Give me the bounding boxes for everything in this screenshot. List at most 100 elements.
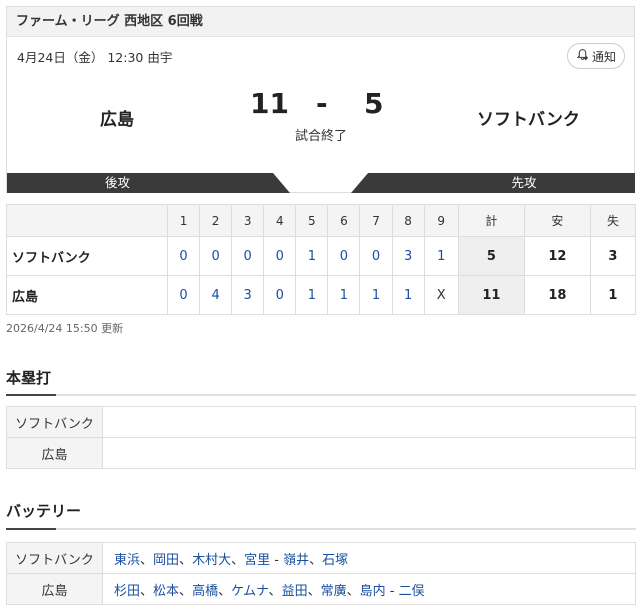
- updated-timestamp: 2026/4/24 15:50 更新: [6, 322, 124, 335]
- errors-header: 失: [589, 204, 637, 237]
- scoreboard-header-row: 1 2 3 4 5 6 7 8 9 計 安 失: [6, 204, 637, 237]
- player-link[interactable]: 木村大: [192, 553, 231, 568]
- inning-score[interactable]: 0: [359, 236, 393, 276]
- inning-score[interactable]: 3: [391, 236, 425, 276]
- away-bat-label: 先攻: [511, 175, 537, 190]
- player-link[interactable]: 益田: [282, 584, 308, 599]
- inning-score[interactable]: 1: [295, 275, 329, 315]
- team-cell[interactable]: ソフトバンク: [6, 236, 168, 276]
- notify-label: 通知: [591, 49, 616, 64]
- table-row: 広島 杉田、松本、高橋、ケムナ、益田、常廣、島内 - 二俣: [6, 573, 636, 605]
- home-batting-order-bar: 後攻: [7, 173, 290, 193]
- away-team-name[interactable]: ソフトバンク: [477, 105, 580, 130]
- score-separator: -: [316, 87, 328, 120]
- team-label: ソフトバンク: [6, 542, 103, 574]
- game-header: ファーム・リーグ 西地区 6回戦 4月24日（金） 12:30 由宇 通知 広島…: [6, 6, 635, 193]
- table-row: ソフトバンク 東浜、岡田、木村大、宮里 - 嶺井、石塚: [6, 542, 636, 574]
- player-link[interactable]: 杉田: [114, 584, 140, 599]
- player-link[interactable]: 高橋: [192, 584, 218, 599]
- separator: 、: [140, 552, 154, 568]
- inning-score[interactable]: 0: [263, 236, 297, 276]
- player-link[interactable]: 二俣: [399, 584, 425, 599]
- separator: 、: [140, 583, 154, 599]
- battery-dash: -: [274, 552, 279, 568]
- home-score: 11: [250, 87, 289, 120]
- team-label: 広島: [6, 573, 103, 605]
- player-link[interactable]: 東浜: [114, 553, 140, 568]
- separator: 、: [309, 552, 323, 568]
- team-label: 広島: [6, 437, 103, 469]
- inning-score[interactable]: 0: [199, 236, 233, 276]
- away-batting-order-bar: 先攻: [351, 173, 635, 193]
- table-row: ソフトバンク 0 0 0 0 1 0 0 3 1 5 12 3: [6, 236, 637, 276]
- inning-score: X: [423, 275, 459, 315]
- table-row: ソフトバンク: [6, 406, 636, 438]
- inning-header: 2: [199, 204, 233, 237]
- battery-players: 杉田、松本、高橋、ケムナ、益田、常廣、島内 - 二俣: [102, 573, 636, 605]
- total-header: 計: [457, 204, 525, 237]
- inning-score[interactable]: 1: [327, 275, 361, 315]
- inning-header: 9: [423, 204, 459, 237]
- inning-header: 7: [359, 204, 393, 237]
- inning-header: 5: [295, 204, 329, 237]
- inning-score[interactable]: 0: [327, 236, 361, 276]
- home-team-name[interactable]: 広島: [100, 105, 134, 130]
- hits-count: 18: [523, 275, 591, 315]
- inning-score[interactable]: 1: [359, 275, 393, 315]
- homerun-value: [102, 437, 636, 469]
- inning-score[interactable]: 1: [295, 236, 329, 276]
- inning-score[interactable]: 3: [231, 275, 265, 315]
- player-link[interactable]: 石塚: [322, 553, 348, 568]
- inning-score[interactable]: 0: [166, 275, 201, 315]
- separator: 、: [179, 552, 193, 568]
- battery-players: 東浜、岡田、木村大、宮里 - 嶺井、石塚: [102, 542, 636, 574]
- inning-score[interactable]: 0: [263, 275, 297, 315]
- player-link[interactable]: 島内: [360, 584, 386, 599]
- battery-divider: [6, 528, 636, 530]
- player-link[interactable]: 宮里: [244, 553, 270, 568]
- away-score: 5: [364, 87, 384, 120]
- player-link[interactable]: 松本: [153, 584, 179, 599]
- homeruns-table: ソフトバンク 広島: [6, 406, 636, 469]
- team-header-cell: [6, 204, 168, 237]
- table-row: 広島 0 4 3 0 1 1 1 1 X 11 18 1: [6, 275, 637, 315]
- hits-count: 12: [523, 236, 591, 276]
- separator: 、: [218, 583, 232, 599]
- inning-score[interactable]: 0: [231, 236, 265, 276]
- battery-table: ソフトバンク 東浜、岡田、木村大、宮里 - 嶺井、石塚 広島 杉田、松本、高橋、…: [6, 542, 636, 605]
- separator: 、: [231, 552, 245, 568]
- team-cell[interactable]: 広島: [6, 275, 168, 315]
- bell-plus-icon: [576, 48, 589, 64]
- player-link[interactable]: 岡田: [153, 553, 179, 568]
- inning-header: 1: [166, 204, 201, 237]
- homeruns-title: 本塁打: [6, 369, 52, 387]
- game-date: 4月24日（金） 12:30 由宇: [17, 50, 173, 65]
- league-title: ファーム・リーグ 西地区 6回戦: [7, 7, 634, 37]
- inning-score[interactable]: 1: [391, 275, 425, 315]
- separator: 、: [268, 583, 282, 599]
- inning-header: 8: [391, 204, 425, 237]
- total-runs: 5: [457, 236, 525, 276]
- home-bat-label: 後攻: [104, 175, 130, 190]
- inning-header: 6: [327, 204, 361, 237]
- battery-title: バッテリー: [6, 502, 82, 520]
- inning-score[interactable]: 4: [199, 275, 233, 315]
- player-link[interactable]: 嶺井: [283, 553, 309, 568]
- separator: 、: [307, 583, 321, 599]
- homeruns-divider: [6, 394, 636, 396]
- hits-header: 安: [523, 204, 591, 237]
- errors-count: 1: [589, 275, 637, 315]
- total-runs: 11: [457, 275, 525, 315]
- notify-button[interactable]: 通知: [567, 43, 625, 69]
- team-label: ソフトバンク: [6, 406, 103, 438]
- inning-header: 3: [231, 204, 265, 237]
- inning-score[interactable]: 0: [166, 236, 201, 276]
- inning-score[interactable]: 1: [423, 236, 459, 276]
- player-link[interactable]: ケムナ: [231, 584, 268, 599]
- player-link[interactable]: 常廣: [321, 584, 347, 599]
- inning-header: 4: [263, 204, 297, 237]
- separator: 、: [179, 583, 193, 599]
- errors-count: 3: [589, 236, 637, 276]
- battery-dash: -: [389, 583, 395, 599]
- separator: 、: [346, 583, 360, 599]
